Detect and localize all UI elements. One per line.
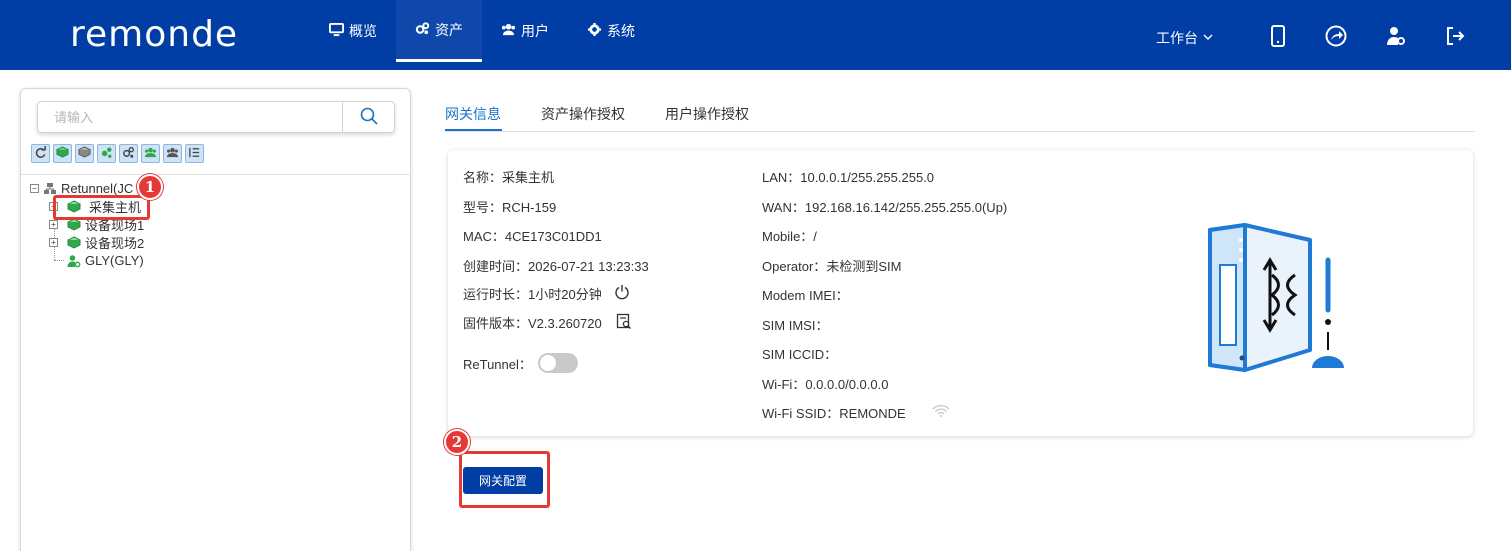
top-header: remonde 概览 资产 用户 系统 工作台 [0, 0, 1511, 70]
users-icon [166, 146, 179, 162]
share-icon[interactable] [1325, 25, 1347, 47]
svg-text:remonde: remonde [70, 14, 238, 54]
retunnel-label: ReTunnel： [463, 356, 532, 372]
gears-button[interactable] [119, 144, 138, 163]
info-wifi-ssid: Wi-Fi SSID：REMONDE [762, 403, 950, 422]
search-button[interactable] [342, 102, 394, 132]
nav-assets[interactable]: 资产 [396, 0, 482, 62]
tree-node-site-2[interactable]: + 设备现场2 [49, 234, 144, 251]
info-sim-imsi: SIM IMSI： [762, 318, 829, 333]
panel-divider [21, 174, 410, 175]
mobile-icon[interactable] [1267, 25, 1289, 47]
user-settings-icon[interactable] [1385, 25, 1407, 47]
firmware-check-icon[interactable] [616, 313, 632, 332]
asset-tree-panel: − Retunnel(JC + 采集主机 + 设备现场1 + 设备现场2 GLY… [20, 88, 411, 551]
info-model: 型号：RCH-159 [463, 200, 557, 215]
detail-tabs: 网关信息 资产操作授权 用户操作授权 [445, 96, 1475, 132]
info-wifi: Wi-Fi：0.0.0.0/0.0.0.0 [762, 377, 889, 392]
list-icon [188, 146, 201, 162]
tree-node-label: GLY(GLY) [85, 253, 144, 268]
active-tab-indicator [445, 129, 502, 131]
refresh-icon [34, 145, 47, 162]
info-lan: LAN：10.0.0.1/255.255.255.0 [762, 170, 935, 185]
remonde-logo: remonde [70, 14, 238, 55]
selection-highlight [53, 195, 150, 220]
workbench-label: 工作台 [1156, 30, 1198, 46]
device-settings-button[interactable] [97, 144, 116, 163]
toggle-knob [539, 355, 556, 371]
gateway-device-icon [1208, 223, 1344, 372]
nav-system-label: 系统 [607, 23, 635, 39]
settings-icon [100, 146, 113, 162]
nav-overview[interactable]: 概览 [310, 0, 396, 62]
step-marker-2: 2 [444, 429, 470, 455]
search-icon [360, 107, 378, 128]
logout-icon[interactable] [1444, 25, 1466, 47]
info-name: 名称：采集主机 [463, 170, 555, 185]
info-operator: Operator：未检测到SIM [762, 259, 902, 274]
add-users-icon [144, 146, 157, 162]
brand-logo[interactable]: remonde [70, 14, 255, 63]
gears-icon [415, 21, 430, 39]
wifi-icon [932, 404, 950, 421]
nav-users-label: 用户 [521, 23, 549, 39]
expand-toggle[interactable]: + [49, 238, 58, 247]
chevron-down-icon [1202, 30, 1214, 46]
monitor-icon [329, 22, 344, 40]
power-icon[interactable] [614, 284, 630, 303]
workbench-dropdown[interactable]: 工作台 [1156, 28, 1214, 48]
info-created-time: 创建时间：2026-07-21 13:23:33 [463, 259, 649, 274]
nav-assets-label: 资产 [435, 21, 463, 38]
tab-asset-authorization[interactable]: 资产操作授权 [541, 104, 625, 124]
add-device-button[interactable] [53, 144, 72, 163]
info-sim-iccid: SIM ICCID： [762, 347, 838, 362]
device-icon [67, 235, 81, 250]
gateway-config-button[interactable]: 网关配置 [463, 467, 543, 494]
gateway-info-card: 名称：采集主机 型号：RCH-159 MAC：4CE173C01DD1 创建时间… [448, 150, 1473, 436]
gear-icon [587, 22, 602, 40]
add-users-button[interactable] [141, 144, 160, 163]
search-input[interactable] [38, 102, 342, 132]
info-wan: WAN：192.168.16.142/255.255.255.0(Up) [762, 200, 1008, 215]
refresh-button[interactable] [31, 144, 50, 163]
tab-user-authorization[interactable]: 用户操作授权 [665, 104, 749, 124]
tree-toolbar [31, 144, 204, 163]
info-modem-imei: Modem IMEI： [762, 288, 849, 303]
retunnel-toggle[interactable] [537, 353, 578, 373]
list-button[interactable] [185, 144, 204, 163]
main-nav: 概览 资产 用户 系统 [310, 0, 654, 70]
users-button[interactable] [163, 144, 182, 163]
device-button[interactable] [75, 144, 94, 163]
info-mobile: Mobile：/ [762, 229, 817, 244]
info-firmware: 固件版本：V2.3.260720 [463, 313, 632, 332]
search-box [37, 101, 395, 133]
info-uptime: 运行时长：1小时20分钟 [463, 284, 630, 303]
step-marker-1: 1 [137, 174, 163, 200]
info-mac: MAC：4CE173C01DD1 [463, 229, 602, 244]
gears-icon [122, 146, 135, 162]
expand-toggle[interactable]: + [49, 220, 58, 229]
device-icon [77, 145, 92, 162]
nav-overview-label: 概览 [349, 23, 377, 39]
gateway-device-illustration [1200, 220, 1350, 375]
tree-node-user-gly[interactable]: GLY(GLY) [67, 252, 144, 269]
tree-node-label: Retunnel(JC [61, 181, 134, 196]
info-retunnel: ReTunnel： [463, 353, 578, 373]
add-device-icon [55, 145, 70, 162]
nav-users[interactable]: 用户 [482, 0, 568, 62]
nav-system[interactable]: 系统 [568, 0, 654, 62]
users-icon [501, 22, 516, 40]
tab-gateway-info[interactable]: 网关信息 [445, 104, 501, 124]
network-root-icon [43, 182, 57, 196]
collapse-toggle[interactable]: − [30, 184, 39, 193]
tree-node-label: 设备现场2 [85, 236, 145, 251]
tree-connector [54, 260, 64, 261]
user-settings-icon [67, 254, 81, 268]
